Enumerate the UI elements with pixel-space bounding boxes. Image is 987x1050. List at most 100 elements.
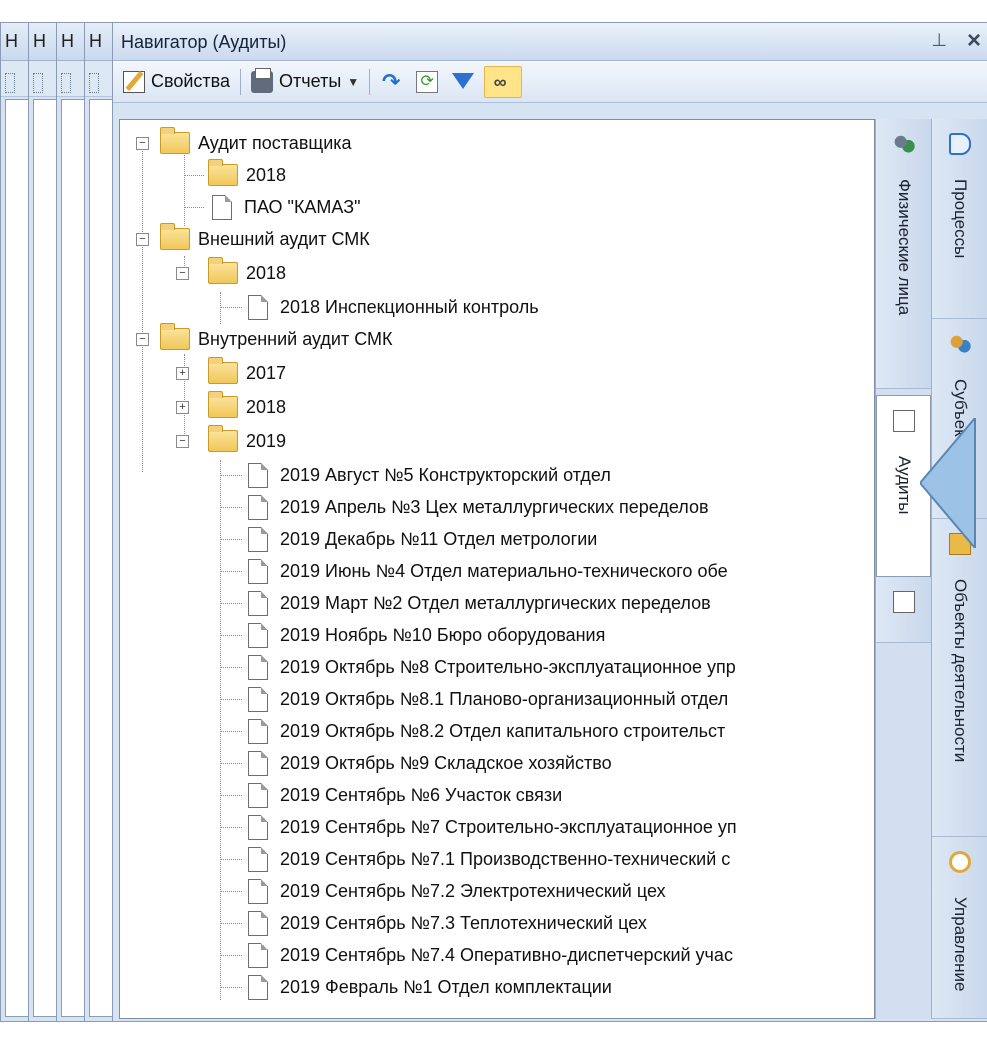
collapse-toggle[interactable]: − — [176, 435, 189, 448]
tab-label: Аудиты — [894, 456, 914, 515]
link-icon: ∞ — [493, 71, 507, 92]
document-icon — [248, 750, 268, 776]
tree-node[interactable]: 2019 Сентябрь №7.2 Электротехнический це… — [220, 876, 666, 906]
tab-label: Процессы — [950, 179, 970, 259]
management-icon — [948, 851, 971, 873]
tree-node-label: 2019 Февраль №1 Отдел комплектации — [280, 976, 612, 997]
chevron-down-icon: ▼ — [347, 74, 360, 89]
tree-node-label: 2019 Сентябрь №6 Участок связи — [280, 784, 563, 805]
tree-node[interactable]: 2019 Сентябрь №6 Участок связи — [220, 780, 562, 810]
tree-node[interactable]: 2019 Сентябрь №7.3 Теплотехнический цех — [220, 908, 647, 938]
tree-node[interactable]: 2019 Октябрь №8.1 Планово-организационны… — [220, 684, 728, 714]
audit-icon — [892, 410, 915, 432]
tree-node-label: 2019 Декабрь №11 Отдел метрологии — [280, 528, 598, 549]
tree-node[interactable]: 2019 Июнь №4 Отдел материально-техническ… — [220, 556, 728, 586]
folder-icon — [160, 323, 190, 350]
refresh-icon: ⟳ — [416, 70, 439, 93]
tab-label: Физические лица — [894, 179, 914, 316]
collapse-toggle[interactable]: − — [136, 137, 149, 150]
tree-node[interactable]: 2019 Сентябрь №7.4 Оперативно-диспетчерс… — [220, 940, 733, 970]
folder-icon — [160, 127, 190, 154]
tree-node-label: 2019 Сентябрь №7 Строительно-эксплуатаци… — [280, 816, 737, 837]
tab-individuals[interactable]: Физические лица — [876, 119, 931, 389]
tree-node[interactable]: − Аудит поставщика — [136, 127, 352, 158]
document-icon — [248, 878, 268, 904]
tree-node[interactable]: 2019 Октябрь №8.2 Отдел капитального стр… — [220, 716, 725, 746]
toolbar-separator — [240, 68, 242, 95]
tree-node-label: 2019 Июнь №4 Отдел материально-техническ… — [280, 560, 728, 581]
callout-arrow-shape — [920, 418, 976, 548]
collapse-toggle[interactable]: − — [136, 333, 149, 346]
close-icon[interactable]: × — [967, 27, 981, 55]
tree-node[interactable]: ПАО "КАМАЗ" — [184, 192, 361, 222]
navigator-panel: Навигатор (Аудиты) ⊥ × Свойства Отчеты ▼… — [112, 22, 987, 1022]
tab-objects[interactable]: Объекты деятельности — [932, 519, 987, 837]
process-icon — [948, 133, 971, 155]
filter-button[interactable] — [448, 66, 484, 98]
document-icon — [248, 686, 268, 712]
tree-node[interactable]: − Внутренний аудит СМК — [136, 323, 393, 354]
tree-line — [142, 142, 143, 472]
tree-node[interactable]: 2019 Сентябрь №7 Строительно-эксплуатаци… — [220, 812, 737, 842]
document-icon — [248, 654, 268, 680]
tree-node[interactable]: 2018 Инспекционный контроль — [220, 292, 539, 322]
refresh-button[interactable]: ⟳ — [412, 66, 448, 98]
tree-node[interactable]: 2019 Октябрь №8 Строительно-эксплуатацио… — [220, 652, 736, 682]
folder-icon — [208, 425, 238, 452]
tree-node-label: 2018 — [246, 396, 287, 417]
document-icon — [212, 194, 232, 220]
reports-label: Отчеты — [279, 71, 342, 91]
tab-new[interactable] — [876, 577, 931, 643]
tree-node[interactable]: 2019 Ноябрь №10 Бюро оборудования — [220, 620, 605, 650]
tab-management[interactable]: Управление — [932, 837, 987, 1019]
folder-icon — [208, 257, 238, 284]
tree-node[interactable]: 2019 Октябрь №9 Складское хозяйство — [220, 748, 612, 778]
redo-icon: ↷ — [381, 68, 401, 94]
tree-node[interactable]: 2019 Сентябрь №7.1 Производственно-техни… — [220, 844, 730, 874]
document-icon — [248, 622, 268, 648]
expand-toggle[interactable]: + — [176, 367, 189, 380]
document-icon — [248, 942, 268, 968]
tree-node-label: 2019 Сентябрь №7.3 Теплотехнический цех — [280, 912, 647, 933]
tree-node[interactable]: 2019 Апрель №3 Цех металлургических пере… — [220, 492, 709, 522]
expand-toggle[interactable]: + — [176, 401, 189, 414]
collapse-toggle[interactable]: − — [176, 267, 189, 280]
link-button[interactable]: ∞ — [484, 65, 523, 98]
tree-node[interactable]: − Внешний аудит СМК — [136, 223, 370, 254]
reports-button[interactable]: Отчеты ▼ — [247, 66, 363, 98]
tree-node[interactable]: 2019 Март №2 Отдел металлургических пере… — [220, 588, 711, 618]
subjects-icon — [948, 333, 971, 355]
tree-node[interactable]: 2019 Февраль №1 Отдел комплектации — [220, 972, 612, 1002]
redo-button[interactable]: ↷ — [376, 66, 412, 98]
pin-icon[interactable]: ⊥ — [931, 30, 947, 51]
tree-node[interactable]: + 2018 — [176, 391, 287, 422]
tree-node[interactable]: − 2018 — [176, 257, 286, 288]
tree-node[interactable]: − 2019 — [176, 425, 287, 456]
tree-node[interactable]: 2019 Декабрь №11 Отдел метрологии — [220, 524, 597, 554]
tree-node-label: ПАО "КАМАЗ" — [244, 196, 361, 217]
tree-node[interactable]: 2019 Август №5 Конструкторский отдел — [220, 460, 611, 490]
document-icon — [248, 846, 268, 872]
tab-processes[interactable]: Процессы — [932, 119, 987, 319]
tree-node-label: 2019 — [246, 430, 287, 451]
folder-icon — [208, 391, 238, 418]
tree-node-label: 2019 Апрель №3 Цех металлургических пере… — [280, 496, 709, 517]
audit-tree[interactable]: − Аудит поставщика 2018 ПАО "КАМАЗ" − Вн… — [119, 119, 875, 1019]
document-icon — [248, 974, 268, 1000]
properties-button[interactable]: Свойства — [119, 66, 234, 98]
toolbar-separator — [369, 68, 371, 95]
tree-node[interactable]: 2018 — [184, 159, 287, 190]
navigator-title: Навигатор (Аудиты) — [121, 32, 287, 52]
callout-arrow — [920, 418, 976, 548]
tree-node-label: 2019 Октябрь №8.2 Отдел капитального стр… — [280, 720, 726, 741]
navigator-titlebar[interactable]: Навигатор (Аудиты) ⊥ × — [113, 23, 987, 61]
tree-node-label: 2019 Сентябрь №7.1 Производственно-техни… — [280, 848, 731, 869]
folder-icon — [208, 357, 238, 384]
tree-node[interactable]: + 2017 — [176, 357, 286, 388]
edit-icon — [123, 70, 145, 93]
document-icon — [248, 294, 268, 320]
folder-icon — [208, 159, 238, 186]
tab-label: Объекты деятельности — [950, 579, 970, 763]
tree-node-label: 2018 — [246, 164, 287, 185]
collapse-toggle[interactable]: − — [136, 233, 149, 246]
